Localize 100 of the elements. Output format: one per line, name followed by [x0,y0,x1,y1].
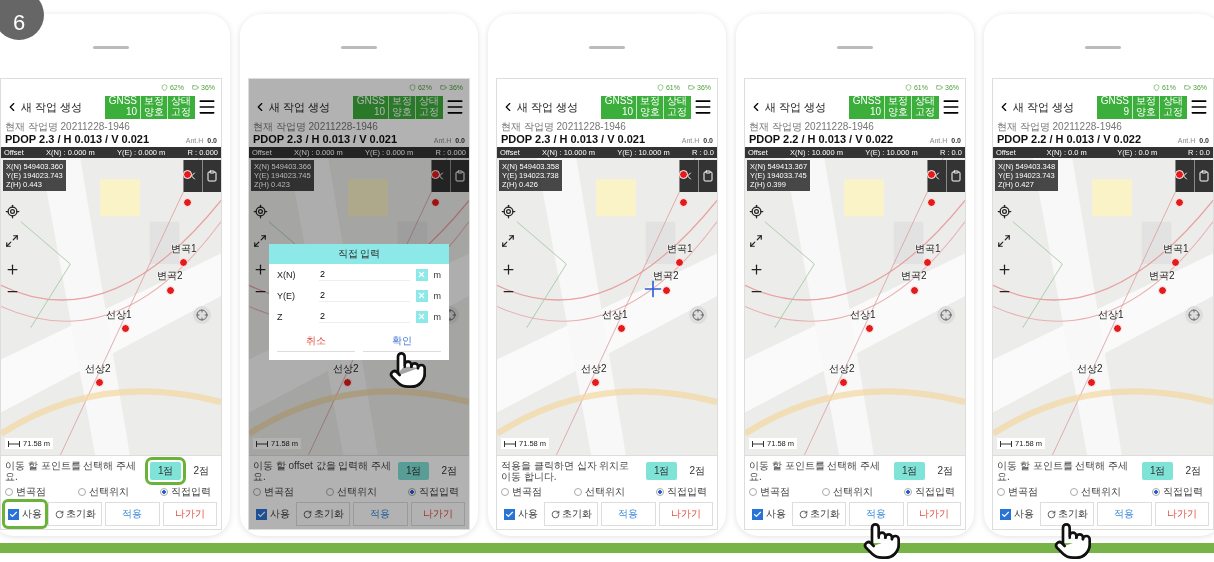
apply-button[interactable]: 적용 [601,502,656,526]
locate-icon[interactable] [501,204,516,219]
point-toggle[interactable]: 2점 [929,462,961,480]
point-toggle[interactable]: 2점 [1177,462,1209,480]
expand-icon[interactable] [749,234,763,248]
checkbox[interactable] [256,508,267,520]
reset-button[interactable]: 초기화 [1040,502,1095,526]
marker-icon[interactable] [121,324,130,333]
radio-button[interactable] [77,488,86,496]
point-toggle[interactable]: 1점 [1141,462,1174,480]
use-checkbox[interactable]: 사용 [997,502,1037,526]
radio-button[interactable] [1069,488,1078,496]
marker-icon[interactable] [1175,170,1184,179]
point-toggle[interactable]: 1점 [893,462,926,480]
marker-icon[interactable] [1175,198,1184,207]
zoom-in-icon[interactable] [749,262,764,277]
marker-icon[interactable] [431,170,440,179]
marker-icon[interactable] [343,378,352,387]
use-checkbox[interactable]: 사용 [501,502,541,526]
checkbox[interactable] [8,508,19,520]
radio-button[interactable] [408,488,416,496]
marker-icon[interactable] [923,258,932,267]
radio-button[interactable] [253,488,261,496]
exit-button[interactable]: 나가기 [1154,502,1209,526]
marker-icon[interactable] [679,198,688,207]
marker-icon[interactable] [166,286,175,295]
menu-icon[interactable] [941,97,961,117]
menu-icon[interactable] [197,97,217,117]
point-toggle[interactable]: 2점 [681,462,713,480]
zoom-in-icon[interactable] [253,262,268,277]
input-field[interactable]: 2 [319,289,410,302]
exit-button[interactable]: 나가기 [410,502,465,526]
radio-button[interactable] [749,488,757,496]
radio-button[interactable] [656,488,664,496]
expand-icon[interactable] [997,234,1011,248]
menu-icon[interactable] [693,97,713,117]
radio-button[interactable] [821,488,830,496]
radio-button[interactable] [5,488,13,496]
marker-icon[interactable] [865,324,874,333]
clipboard-icon[interactable] [950,170,962,182]
apply-button[interactable]: 적용 [105,502,160,526]
clipboard-icon[interactable] [1198,170,1210,182]
radio-button[interactable] [904,488,912,496]
reset-button[interactable]: 초기화 [544,502,599,526]
radio-button[interactable] [1152,488,1160,496]
marker-icon[interactable] [679,170,688,179]
radio-button[interactable] [325,488,334,496]
menu-icon[interactable] [1189,97,1209,117]
apply-button[interactable]: 적용 [1097,502,1152,526]
zoom-in-icon[interactable] [997,262,1012,277]
marker-icon[interactable] [910,286,919,295]
exit-button[interactable]: 나가기 [162,502,217,526]
menu-icon[interactable] [445,97,465,117]
locate-icon[interactable] [749,204,764,219]
expand-icon[interactable] [253,234,267,248]
zoom-in-icon[interactable] [5,262,20,277]
marker-icon[interactable] [1158,286,1167,295]
input-field[interactable]: 2 [319,268,410,281]
clipboard-icon[interactable] [206,170,218,182]
checkbox[interactable] [752,508,763,520]
use-checkbox[interactable]: 사용 [749,502,789,526]
marker-icon[interactable] [662,286,671,295]
use-checkbox[interactable]: 사용 [253,502,293,526]
checkbox[interactable] [504,508,515,520]
exit-button[interactable]: 나가기 [906,502,961,526]
point-toggle[interactable]: 1점 [645,462,678,480]
use-checkbox[interactable]: 사용 [5,502,45,526]
point-toggle[interactable]: 1점 [397,462,430,480]
point-toggle[interactable]: 2점 [433,462,465,480]
marker-icon[interactable] [927,198,936,207]
radio-button[interactable] [501,488,509,496]
locate-icon[interactable] [253,204,268,219]
reset-button[interactable]: 초기화 [48,502,103,526]
locate-icon[interactable] [5,204,20,219]
input-field[interactable]: 2 [319,310,410,323]
exit-button[interactable]: 나가기 [658,502,713,526]
marker-icon[interactable] [591,378,600,387]
reset-button[interactable]: 초기화 [792,502,847,526]
expand-icon[interactable] [501,234,515,248]
marker-icon[interactable] [839,378,848,387]
point-toggle[interactable]: 2점 [185,462,217,480]
checkbox[interactable] [1000,508,1011,520]
marker-icon[interactable] [675,258,684,267]
radio-button[interactable] [573,488,582,496]
locate-icon[interactable] [997,204,1012,219]
clipboard-icon[interactable] [702,170,714,182]
marker-icon[interactable] [95,378,104,387]
marker-icon[interactable] [1113,324,1122,333]
clipboard-icon[interactable] [454,170,466,182]
marker-icon[interactable] [1171,258,1180,267]
radio-button[interactable] [997,488,1005,496]
marker-icon[interactable] [179,258,188,267]
marker-icon[interactable] [183,198,192,207]
marker-icon[interactable] [617,324,626,333]
marker-icon[interactable] [1087,378,1096,387]
marker-icon[interactable] [431,198,440,207]
expand-icon[interactable] [5,234,19,248]
marker-icon[interactable] [927,170,936,179]
zoom-in-icon[interactable] [501,262,516,277]
reset-button[interactable]: 초기화 [296,502,351,526]
